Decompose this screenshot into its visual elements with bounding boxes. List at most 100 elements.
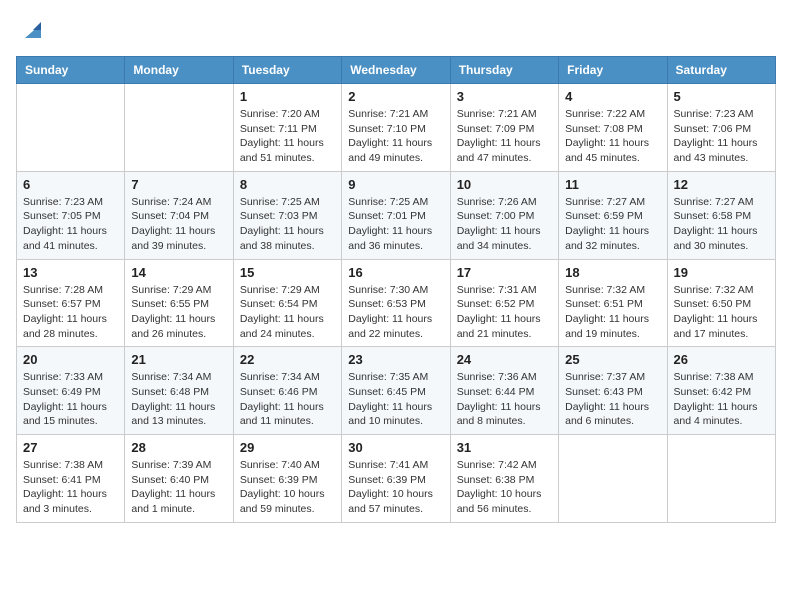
day-number: 14 [131, 265, 226, 280]
day-info: Sunrise: 7:27 AM Sunset: 6:58 PM Dayligh… [674, 195, 769, 254]
calendar-header-wednesday: Wednesday [342, 57, 450, 84]
calendar-cell: 11 Sunrise: 7:27 AM Sunset: 6:59 PM Dayli… [559, 171, 667, 259]
day-number: 24 [457, 352, 552, 367]
calendar-week-row: 6 Sunrise: 7:23 AM Sunset: 7:05 PM Daylig… [17, 171, 776, 259]
calendar-cell: 16Sunrise: 7:30 AM Sunset: 6:53 PM Dayli… [342, 259, 450, 347]
day-info: Sunrise: 7:32 AM Sunset: 6:51 PM Dayligh… [565, 283, 660, 342]
calendar-header-friday: Friday [559, 57, 667, 84]
day-info: Sunrise: 7:35 AM Sunset: 6:45 PM Dayligh… [348, 370, 443, 429]
day-number: 17 [457, 265, 552, 280]
day-number: 4 [565, 89, 660, 104]
calendar-cell: 18 Sunrise: 7:32 AM Sunset: 6:51 PM Dayli… [559, 259, 667, 347]
day-number: 1 [240, 89, 335, 104]
calendar-cell: 25 Sunrise: 7:37 AM Sunset: 6:43 PM Dayli… [559, 347, 667, 435]
calendar-cell: 13 Sunrise: 7:28 AM Sunset: 6:57 PM Dayli… [17, 259, 125, 347]
calendar-cell: 7 Sunrise: 7:24 AM Sunset: 7:04 PM Daylig… [125, 171, 233, 259]
day-number: 5 [674, 89, 769, 104]
calendar-week-row: 20Sunrise: 7:33 AM Sunset: 6:49 PM Dayli… [17, 347, 776, 435]
calendar-header-monday: Monday [125, 57, 233, 84]
day-number: 10 [457, 177, 552, 192]
day-number: 23 [348, 352, 443, 367]
calendar-table: SundayMondayTuesdayWednesdayThursdayFrid… [16, 56, 776, 523]
calendar-cell: 10 Sunrise: 7:26 AM Sunset: 7:00 PM Dayli… [450, 171, 558, 259]
day-info: Sunrise: 7:22 AM Sunset: 7:08 PM Dayligh… [565, 107, 660, 166]
page-header [16, 16, 776, 44]
day-info: Sunrise: 7:21 AM Sunset: 7:10 PM Dayligh… [348, 107, 443, 166]
day-number: 13 [23, 265, 118, 280]
day-info: Sunrise: 7:36 AM Sunset: 6:44 PM Dayligh… [457, 370, 552, 429]
calendar-cell [559, 435, 667, 523]
day-number: 12 [674, 177, 769, 192]
day-info: Sunrise: 7:33 AM Sunset: 6:49 PM Dayligh… [23, 370, 118, 429]
calendar-week-row: 13 Sunrise: 7:28 AM Sunset: 6:57 PM Dayli… [17, 259, 776, 347]
calendar-header-tuesday: Tuesday [233, 57, 341, 84]
day-info: Sunrise: 7:42 AM Sunset: 6:38 PM Dayligh… [457, 458, 552, 517]
day-info: Sunrise: 7:28 AM Sunset: 6:57 PM Dayligh… [23, 283, 118, 342]
day-number: 27 [23, 440, 118, 455]
calendar-week-row: 1 Sunrise: 7:20 AM Sunset: 7:11 PM Daylig… [17, 84, 776, 172]
day-info: Sunrise: 7:37 AM Sunset: 6:43 PM Dayligh… [565, 370, 660, 429]
calendar-cell: 28Sunrise: 7:39 AM Sunset: 6:40 PM Dayli… [125, 435, 233, 523]
day-number: 11 [565, 177, 660, 192]
calendar-cell: 1 Sunrise: 7:20 AM Sunset: 7:11 PM Daylig… [233, 84, 341, 172]
day-info: Sunrise: 7:40 AM Sunset: 6:39 PM Dayligh… [240, 458, 335, 517]
calendar-cell: 8Sunrise: 7:25 AM Sunset: 7:03 PM Daylig… [233, 171, 341, 259]
day-number: 26 [674, 352, 769, 367]
calendar-cell: 29 Sunrise: 7:40 AM Sunset: 6:39 PM Dayli… [233, 435, 341, 523]
calendar-cell: 20Sunrise: 7:33 AM Sunset: 6:49 PM Dayli… [17, 347, 125, 435]
calendar-cell: 22Sunrise: 7:34 AM Sunset: 6:46 PM Dayli… [233, 347, 341, 435]
day-info: Sunrise: 7:38 AM Sunset: 6:42 PM Dayligh… [674, 370, 769, 429]
day-number: 6 [23, 177, 118, 192]
calendar-cell: 27Sunrise: 7:38 AM Sunset: 6:41 PM Dayli… [17, 435, 125, 523]
day-info: Sunrise: 7:27 AM Sunset: 6:59 PM Dayligh… [565, 195, 660, 254]
calendar-cell [17, 84, 125, 172]
day-info: Sunrise: 7:23 AM Sunset: 7:05 PM Dayligh… [23, 195, 118, 254]
calendar-cell: 9 Sunrise: 7:25 AM Sunset: 7:01 PM Daylig… [342, 171, 450, 259]
calendar-cell [125, 84, 233, 172]
calendar-cell: 3Sunrise: 7:21 AM Sunset: 7:09 PM Daylig… [450, 84, 558, 172]
calendar-cell: 6 Sunrise: 7:23 AM Sunset: 7:05 PM Daylig… [17, 171, 125, 259]
day-info: Sunrise: 7:32 AM Sunset: 6:50 PM Dayligh… [674, 283, 769, 342]
day-info: Sunrise: 7:23 AM Sunset: 7:06 PM Dayligh… [674, 107, 769, 166]
calendar-week-row: 27Sunrise: 7:38 AM Sunset: 6:41 PM Dayli… [17, 435, 776, 523]
calendar-cell: 26 Sunrise: 7:38 AM Sunset: 6:42 PM Dayli… [667, 347, 775, 435]
day-number: 22 [240, 352, 335, 367]
calendar-cell: 12 Sunrise: 7:27 AM Sunset: 6:58 PM Dayli… [667, 171, 775, 259]
day-info: Sunrise: 7:25 AM Sunset: 7:03 PM Dayligh… [240, 195, 335, 254]
day-info: Sunrise: 7:25 AM Sunset: 7:01 PM Dayligh… [348, 195, 443, 254]
calendar-cell: 5 Sunrise: 7:23 AM Sunset: 7:06 PM Daylig… [667, 84, 775, 172]
day-info: Sunrise: 7:41 AM Sunset: 6:39 PM Dayligh… [348, 458, 443, 517]
day-number: 2 [348, 89, 443, 104]
day-info: Sunrise: 7:29 AM Sunset: 6:54 PM Dayligh… [240, 283, 335, 342]
day-number: 18 [565, 265, 660, 280]
day-info: Sunrise: 7:24 AM Sunset: 7:04 PM Dayligh… [131, 195, 226, 254]
calendar-header-sunday: Sunday [17, 57, 125, 84]
calendar-header-row: SundayMondayTuesdayWednesdayThursdayFrid… [17, 57, 776, 84]
calendar-cell [667, 435, 775, 523]
calendar-cell: 14 Sunrise: 7:29 AM Sunset: 6:55 PM Dayli… [125, 259, 233, 347]
calendar-cell: 30 Sunrise: 7:41 AM Sunset: 6:39 PM Dayli… [342, 435, 450, 523]
calendar-header-thursday: Thursday [450, 57, 558, 84]
day-number: 3 [457, 89, 552, 104]
day-number: 9 [348, 177, 443, 192]
day-info: Sunrise: 7:30 AM Sunset: 6:53 PM Dayligh… [348, 283, 443, 342]
logo [16, 16, 47, 44]
day-number: 25 [565, 352, 660, 367]
calendar-cell: 19Sunrise: 7:32 AM Sunset: 6:50 PM Dayli… [667, 259, 775, 347]
day-info: Sunrise: 7:31 AM Sunset: 6:52 PM Dayligh… [457, 283, 552, 342]
day-number: 21 [131, 352, 226, 367]
day-number: 30 [348, 440, 443, 455]
calendar-header-saturday: Saturday [667, 57, 775, 84]
day-number: 28 [131, 440, 226, 455]
calendar-cell: 23 Sunrise: 7:35 AM Sunset: 6:45 PM Dayli… [342, 347, 450, 435]
calendar-cell: 15Sunrise: 7:29 AM Sunset: 6:54 PM Dayli… [233, 259, 341, 347]
calendar-cell: 24 Sunrise: 7:36 AM Sunset: 6:44 PM Dayli… [450, 347, 558, 435]
calendar-cell: 2 Sunrise: 7:21 AM Sunset: 7:10 PM Daylig… [342, 84, 450, 172]
day-info: Sunrise: 7:26 AM Sunset: 7:00 PM Dayligh… [457, 195, 552, 254]
day-number: 29 [240, 440, 335, 455]
day-info: Sunrise: 7:34 AM Sunset: 6:48 PM Dayligh… [131, 370, 226, 429]
calendar-cell: 31Sunrise: 7:42 AM Sunset: 6:38 PM Dayli… [450, 435, 558, 523]
day-info: Sunrise: 7:29 AM Sunset: 6:55 PM Dayligh… [131, 283, 226, 342]
day-info: Sunrise: 7:20 AM Sunset: 7:11 PM Dayligh… [240, 107, 335, 166]
day-number: 7 [131, 177, 226, 192]
